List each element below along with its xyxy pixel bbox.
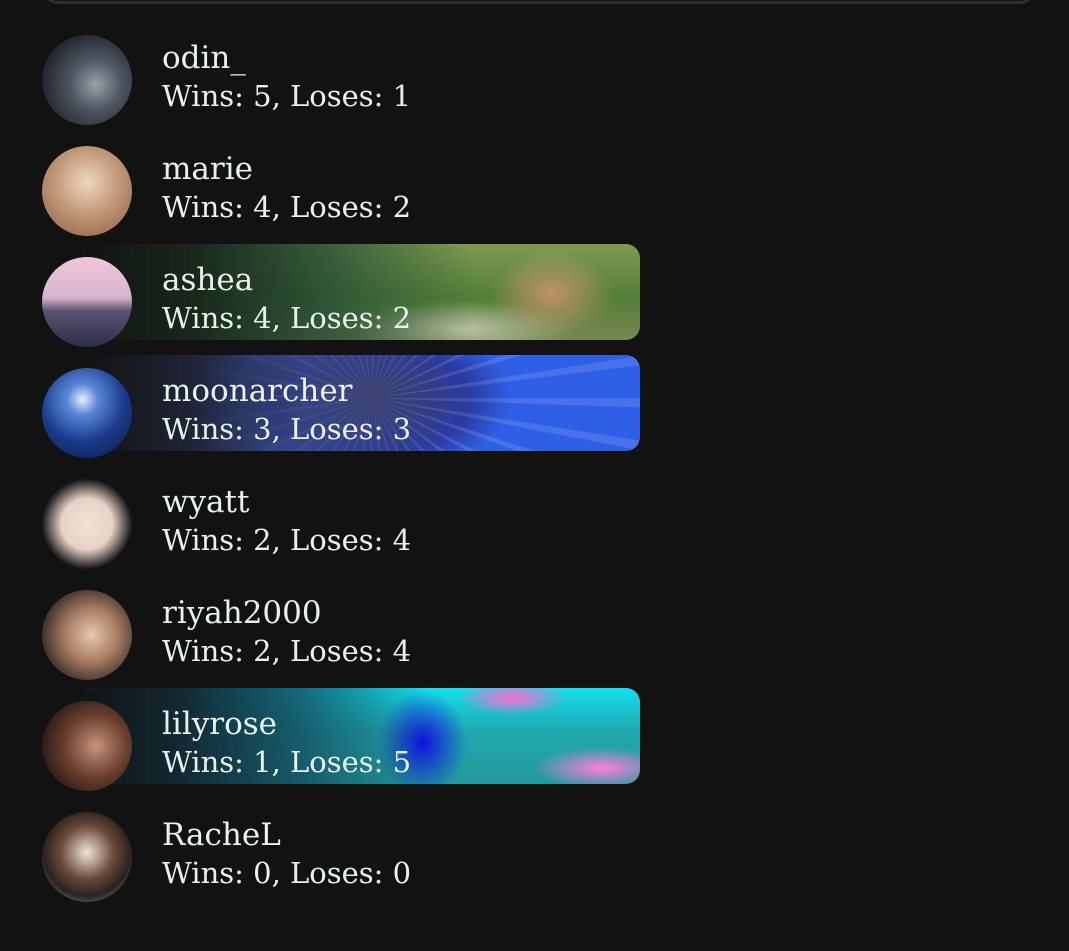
search-bar[interactable]	[42, 0, 1036, 4]
avatar	[42, 590, 132, 680]
player-name: wyatt	[162, 484, 250, 520]
player-info: ashea Wins: 4, Loses: 2	[162, 261, 411, 337]
player-record: Wins: 4, Loses: 2	[162, 301, 412, 335]
player-info: moonarcher Wins: 3, Loses: 3	[162, 372, 411, 448]
player-list: odin_ Wins: 5, Loses: 1 marie Wins: 4, L…	[42, 35, 642, 923]
player-info: riyah2000 Wins: 2, Loses: 4	[162, 594, 411, 670]
player-row[interactable]: odin_ Wins: 5, Loses: 1	[42, 35, 642, 125]
avatar	[42, 146, 132, 236]
player-record: Wins: 3, Loses: 3	[162, 412, 412, 446]
player-name: moonarcher	[162, 373, 353, 409]
avatar	[42, 701, 132, 791]
player-record: Wins: 1, Loses: 5	[162, 745, 412, 779]
player-record: Wins: 0, Loses: 0	[162, 856, 412, 890]
player-info: marie Wins: 4, Loses: 2	[162, 150, 411, 226]
player-name: marie	[162, 151, 253, 187]
player-name: lilyrose	[162, 706, 277, 742]
player-info: RacheL Wins: 0, Loses: 0	[162, 816, 411, 892]
player-name: ashea	[162, 262, 254, 298]
player-row[interactable]: RacheL Wins: 0, Loses: 0	[42, 812, 642, 902]
player-info: odin_ Wins: 5, Loses: 1	[162, 39, 411, 115]
avatar	[42, 35, 132, 125]
player-name: riyah2000	[162, 595, 322, 631]
avatar	[42, 368, 132, 458]
player-row[interactable]: ashea Wins: 4, Loses: 2	[42, 244, 642, 347]
player-row[interactable]: moonarcher Wins: 3, Loses: 3	[42, 355, 642, 458]
player-name: RacheL	[162, 817, 281, 853]
player-record: Wins: 5, Loses: 1	[162, 79, 412, 113]
player-record: Wins: 2, Loses: 4	[162, 523, 412, 557]
avatar	[42, 479, 132, 569]
avatar	[42, 257, 132, 347]
avatar	[42, 812, 132, 902]
player-info: lilyrose Wins: 1, Loses: 5	[162, 705, 411, 781]
player-row[interactable]: lilyrose Wins: 1, Loses: 5	[42, 688, 642, 791]
player-row[interactable]: marie Wins: 4, Loses: 2	[42, 146, 642, 236]
player-row[interactable]: wyatt Wins: 2, Loses: 4	[42, 479, 642, 569]
player-info: wyatt Wins: 2, Loses: 4	[162, 483, 411, 559]
player-name: odin_	[162, 40, 246, 76]
player-record: Wins: 2, Loses: 4	[162, 634, 412, 668]
player-record: Wins: 4, Loses: 2	[162, 190, 412, 224]
player-row[interactable]: riyah2000 Wins: 2, Loses: 4	[42, 590, 642, 680]
